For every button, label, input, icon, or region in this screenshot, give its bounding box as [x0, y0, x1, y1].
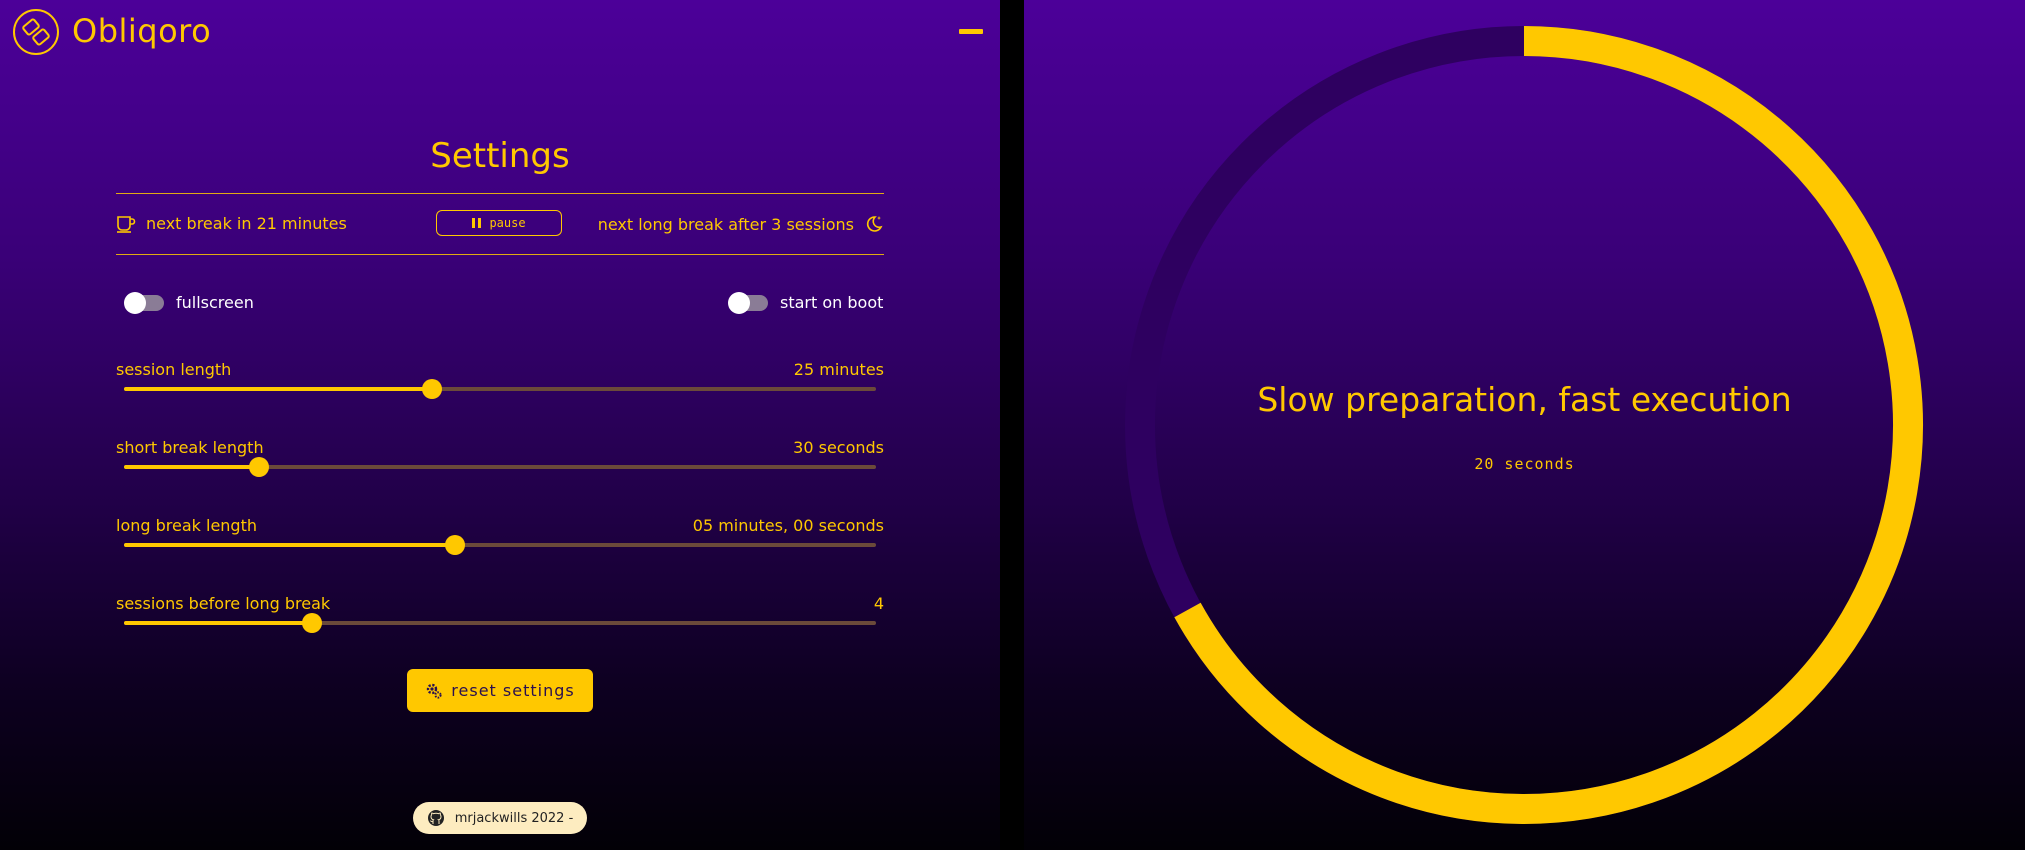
settings-panel: Obliqoro Settings next break in 21 minut… — [0, 0, 1000, 850]
pause-icon — [472, 218, 482, 228]
progress-ring — [1125, 26, 1923, 824]
pause-button[interactable]: pause — [436, 210, 562, 236]
session-length-label: session length — [116, 360, 232, 379]
start-on-boot-label: start on boot — [780, 293, 884, 312]
gears-icon — [427, 683, 442, 699]
long-break-length-label: long break length — [116, 516, 257, 535]
short-break-length-slider[interactable] — [124, 457, 876, 477]
break-countdown: 20 seconds — [1474, 455, 1575, 473]
divider-bottom — [116, 254, 884, 255]
page-title: Settings — [430, 136, 570, 176]
slider-thumb[interactable] — [249, 457, 270, 477]
session-length-value: 25 minutes — [793, 360, 884, 379]
fullscreen-setting: fullscreen — [124, 291, 254, 314]
sessions-before-long-break-label: sessions before long break — [116, 594, 331, 613]
long-break-length-slider[interactable] — [124, 535, 876, 555]
session-length-slider[interactable] — [124, 379, 876, 399]
github-icon — [427, 810, 444, 826]
short-break-length-value: 30 seconds — [793, 438, 884, 457]
reset-settings-button[interactable]: reset settings — [407, 669, 593, 712]
footer-credit: mrjackwills 2022 - — [454, 810, 574, 826]
status-row: next break in 21 minutes pause next long… — [116, 210, 884, 240]
break-quote: Slow preparation, fast execution — [1257, 380, 1792, 419]
slider-thumb[interactable] — [302, 613, 322, 633]
fullscreen-toggle[interactable] — [124, 291, 164, 314]
next-long-break-text: next long break after 3 sessions — [597, 214, 854, 234]
break-screen-panel: Slow preparation, fast execution 20 seco… — [1024, 0, 2025, 850]
divider-top — [116, 193, 884, 194]
window-divider — [1000, 0, 1024, 850]
next-long-break-info: next long break after 3 sessions — [598, 214, 884, 234]
minimize-button[interactable] — [959, 29, 983, 34]
short-break-length-label: short break length — [116, 438, 264, 457]
coffee-cup-icon — [117, 215, 136, 233]
start-on-boot-toggle[interactable] — [728, 291, 768, 314]
obliqoro-logo-icon — [13, 9, 59, 55]
github-link[interactable]: mrjackwills 2022 - — [413, 802, 587, 834]
fullscreen-label: fullscreen — [176, 293, 254, 312]
progress-ring-remaining — [1174, 26, 1923, 824]
slider-thumb[interactable] — [422, 379, 443, 399]
slider-thumb[interactable] — [444, 535, 465, 555]
next-break-info: next break in 21 minutes — [116, 214, 347, 233]
app-title: Obliqoro — [72, 12, 212, 50]
pause-label: pause — [489, 216, 526, 230]
long-break-length-value: 05 minutes, 00 seconds — [692, 516, 884, 535]
moon-stars-icon — [866, 216, 883, 232]
sessions-before-long-break-value: 4 — [873, 594, 884, 613]
sessions-before-long-break-slider[interactable] — [124, 613, 876, 633]
next-break-text: next break in 21 minutes — [146, 214, 347, 233]
start-on-boot-setting: start on boot — [728, 291, 884, 314]
reset-settings-label: reset settings — [451, 681, 575, 700]
